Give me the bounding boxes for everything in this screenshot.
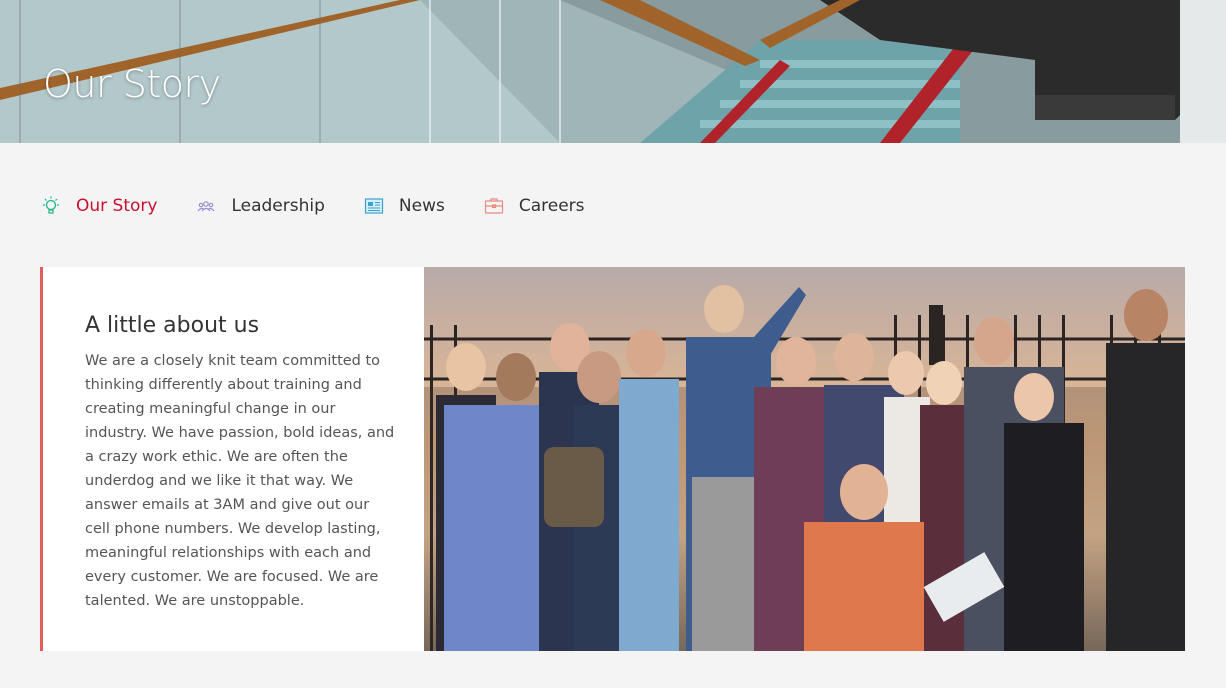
nav-item-careers[interactable]: Careers (483, 195, 585, 217)
nav-item-label: Our Story (76, 196, 158, 216)
nav-item-label: Leadership (231, 196, 325, 216)
people-icon (195, 195, 217, 217)
newspaper-icon (363, 195, 385, 217)
nav-item-our-story[interactable]: Our Story (40, 195, 157, 217)
team-photo (424, 267, 1185, 651)
about-card: A little about us We are a closely knit … (40, 267, 424, 651)
hero-banner: Our Story (0, 0, 1226, 143)
section-nav: Our Story Leadership News Careers (40, 192, 623, 220)
team-photo-image (424, 267, 1185, 651)
nav-item-leadership[interactable]: Leadership (195, 195, 325, 217)
nav-item-label: News (398, 196, 445, 216)
nav-item-news[interactable]: News (363, 195, 445, 217)
page-title: Our Story (43, 62, 221, 106)
lightbulb-icon (40, 195, 62, 217)
about-paragraph: We are a closely knit team committed to … (85, 353, 395, 609)
briefcase-icon (483, 195, 505, 217)
about-heading: A little about us (85, 313, 260, 338)
nav-item-label: Careers (518, 196, 585, 216)
